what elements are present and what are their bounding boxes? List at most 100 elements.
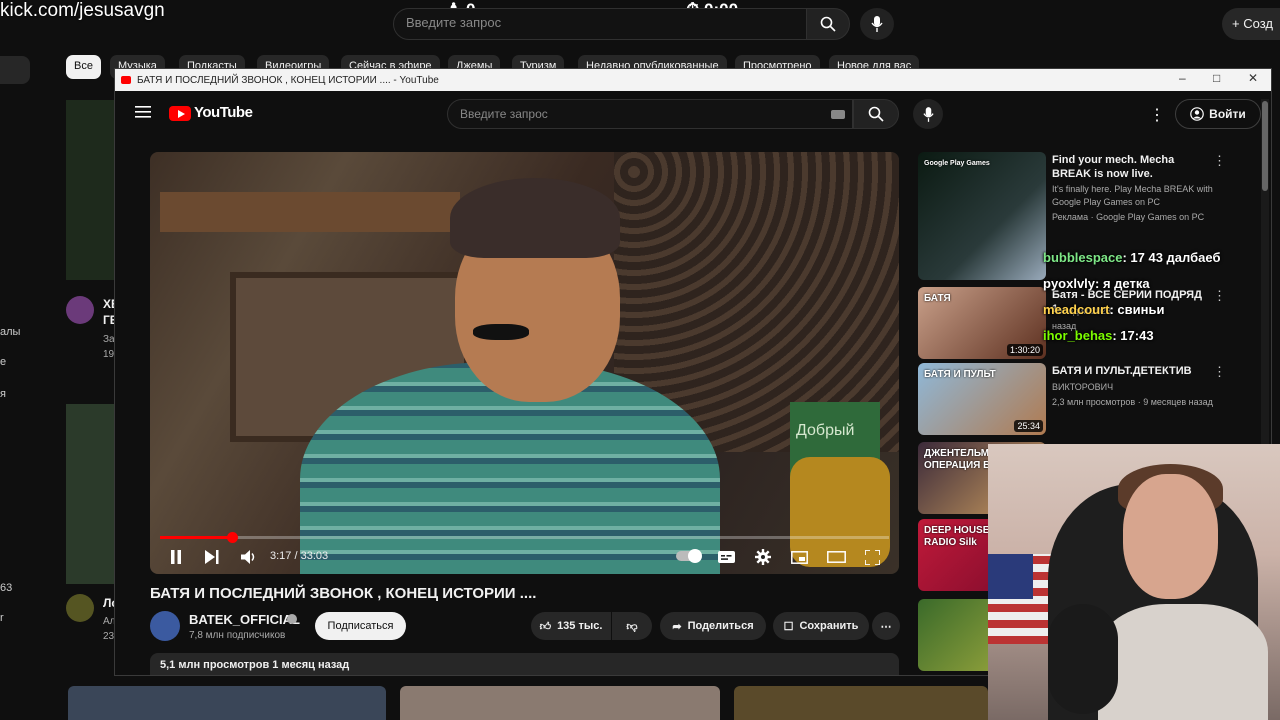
mic-icon [922, 106, 934, 122]
autoplay-toggle[interactable] [676, 549, 702, 563]
chat-text: : я детка [1095, 276, 1150, 291]
rec-thumbnail-label: БАТЯ [924, 293, 951, 304]
dislike-button[interactable]: 👎︎ [612, 612, 652, 640]
subtitles-icon [717, 551, 735, 563]
views-and-date: 5,1 млн просмотров 1 месяц назад [160, 659, 350, 671]
keyboard-icon[interactable] [831, 110, 845, 119]
rec-meta: It's finally here. Play Mecha BREAK with… [1052, 184, 1213, 207]
background-sidebar-active-item[interactable] [0, 56, 30, 84]
webcam-body [1098, 604, 1268, 720]
rec-meta: ВИКТОРОВИЧ [1052, 382, 1114, 392]
avatar[interactable] [66, 594, 94, 622]
skip-next-icon [205, 550, 219, 564]
avatar[interactable] [66, 296, 94, 324]
search-button[interactable] [853, 99, 899, 129]
rec-thumbnail[interactable]: БАТЯ И ПУЛЬТ 25:34 [918, 363, 1046, 435]
more-options-icon[interactable]: ⋮ [1149, 105, 1165, 125]
window-titlebar: БАТЯ И ПОСЛЕДНИЙ ЗВОНОК , КОНЕЦ ИСТОРИИ … [115, 69, 1271, 91]
share-button[interactable]: ➦ Поделиться [660, 612, 766, 640]
close-icon[interactable]: ✕ [1248, 71, 1258, 85]
like-button[interactable]: 👍︎ 135 тыс. [531, 612, 611, 640]
background-video-thumbnail[interactable] [66, 404, 114, 584]
create-button[interactable]: + Созд [1222, 8, 1280, 40]
chat-username: bubblespace [1043, 250, 1123, 265]
background-video-thumbnail[interactable] [66, 100, 114, 280]
chat-message: pyoxlvly: я детка [1043, 276, 1150, 291]
card-meta-fragment: За [103, 334, 115, 345]
chat-text: : 17:43 [1112, 328, 1154, 343]
more-actions-button[interactable]: ⋯ [872, 612, 900, 640]
hamburger-menu-icon[interactable] [135, 105, 151, 124]
login-button[interactable]: Войти [1175, 99, 1261, 129]
scrollbar-thumb[interactable] [1262, 101, 1268, 191]
rec-title[interactable]: Find your mech. Mecha BREAK is now live. [1052, 153, 1212, 181]
plus-icon: + [1232, 16, 1244, 31]
more-options-icon[interactable]: ⋮ [1213, 288, 1226, 304]
search-input[interactable]: Введите запрос [447, 99, 853, 129]
settings-button[interactable] [753, 547, 773, 567]
background-search-button[interactable] [806, 8, 850, 40]
verified-check-icon [287, 614, 297, 624]
fullscreen-button[interactable] [862, 547, 882, 567]
save-button[interactable]: ☐ Сохранить [773, 612, 869, 640]
background-video-thumbnail[interactable] [400, 686, 720, 720]
minimize-icon[interactable]: – [1179, 71, 1186, 85]
chat-message: meadcourt: свиньи [1043, 302, 1164, 317]
channel-name[interactable]: BATEK_OFFICIAL [189, 612, 300, 627]
subscriber-count: 7,8 млн подписчиков [189, 630, 286, 641]
sidebar-fragment[interactable]: е [0, 356, 6, 368]
background-search-input[interactable]: Введите запрос [393, 8, 807, 40]
playback-time: 3:17 / 33:03 [270, 550, 329, 562]
sidebar-fragment[interactable]: алы [0, 326, 20, 338]
window-title: БАТЯ И ПОСЛЕДНИЙ ЗВОНОК , КОНЕЦ ИСТОРИИ … [137, 74, 439, 86]
rec-meta: Реклама · Google Play Games on PC [1052, 212, 1205, 222]
subtitles-button[interactable] [716, 547, 736, 567]
volume-button[interactable] [238, 547, 260, 567]
video-frame-shelf [160, 192, 460, 232]
share-icon: ➦ [672, 620, 682, 633]
rec-thumbnail-label: Google Play Games [924, 160, 990, 167]
chat-message: ihor_behas: 17:43 [1043, 328, 1154, 343]
rec-title[interactable]: БАТЯ И ПУЛЬТ.ДЕТЕКТИВ [1052, 364, 1212, 378]
theater-mode-button[interactable] [825, 547, 847, 567]
rec-thumbnail[interactable]: БАТЯ 1:30:20 [918, 287, 1046, 359]
progress-scrubber[interactable] [227, 532, 239, 543]
chat-text: : 17 43 далбаеб [1122, 250, 1221, 265]
sidebar-fragment[interactable]: r [0, 612, 4, 624]
sidebar-fragment[interactable]: я [0, 388, 6, 400]
pause-icon [171, 550, 181, 564]
sidebar-fragment[interactable]: 63 [0, 582, 12, 594]
more-options-icon[interactable]: ⋮ [1213, 364, 1226, 380]
chat-username: ihor_behas [1043, 328, 1113, 343]
chat-text: : свиньи [1109, 302, 1165, 317]
bookmark-icon: ☐ [783, 620, 794, 633]
more-options-icon[interactable]: ⋮ [1213, 153, 1226, 169]
background-video-thumbnail[interactable] [68, 686, 386, 720]
rec-meta: 2,3 млн просмотров · 9 месяцев назад [1052, 397, 1213, 407]
progress-bar[interactable] [160, 532, 889, 543]
pause-button[interactable] [166, 547, 186, 567]
video-player[interactable]: Добрый 3:17 / 33:03 [150, 152, 899, 574]
youtube-logo-text: YouTube [194, 104, 253, 121]
next-button[interactable] [202, 547, 222, 567]
channel-avatar[interactable] [150, 611, 180, 641]
chip-0[interactable]: Все [66, 55, 101, 79]
background-video-thumbnail[interactable] [734, 686, 988, 720]
rec-thumbnail[interactable]: Google Play Games [918, 152, 1046, 280]
video-frame-person-cap [450, 178, 620, 258]
description-box[interactable]: 5,1 млн просмотров 1 месяц назад [150, 653, 899, 675]
webcam-flag-canton [988, 554, 1033, 599]
miniplayer-button[interactable] [789, 547, 809, 567]
subscribe-button[interactable]: Подписаться [315, 612, 406, 640]
background-mic-button[interactable] [860, 8, 894, 40]
maximize-icon[interactable]: □ [1213, 71, 1220, 85]
rec-thumbnail-label: БАТЯ И ПУЛЬТ [924, 369, 996, 380]
thumbs-up-icon: 👍︎ [539, 620, 552, 633]
webcam-head [1123, 474, 1218, 599]
progress-bar-fill [160, 536, 233, 539]
mic-icon [871, 16, 883, 32]
search-icon [868, 106, 884, 122]
streamer-webcam [988, 444, 1280, 720]
chat-username: pyoxlvly [1043, 276, 1096, 291]
voice-search-button[interactable] [913, 99, 943, 129]
